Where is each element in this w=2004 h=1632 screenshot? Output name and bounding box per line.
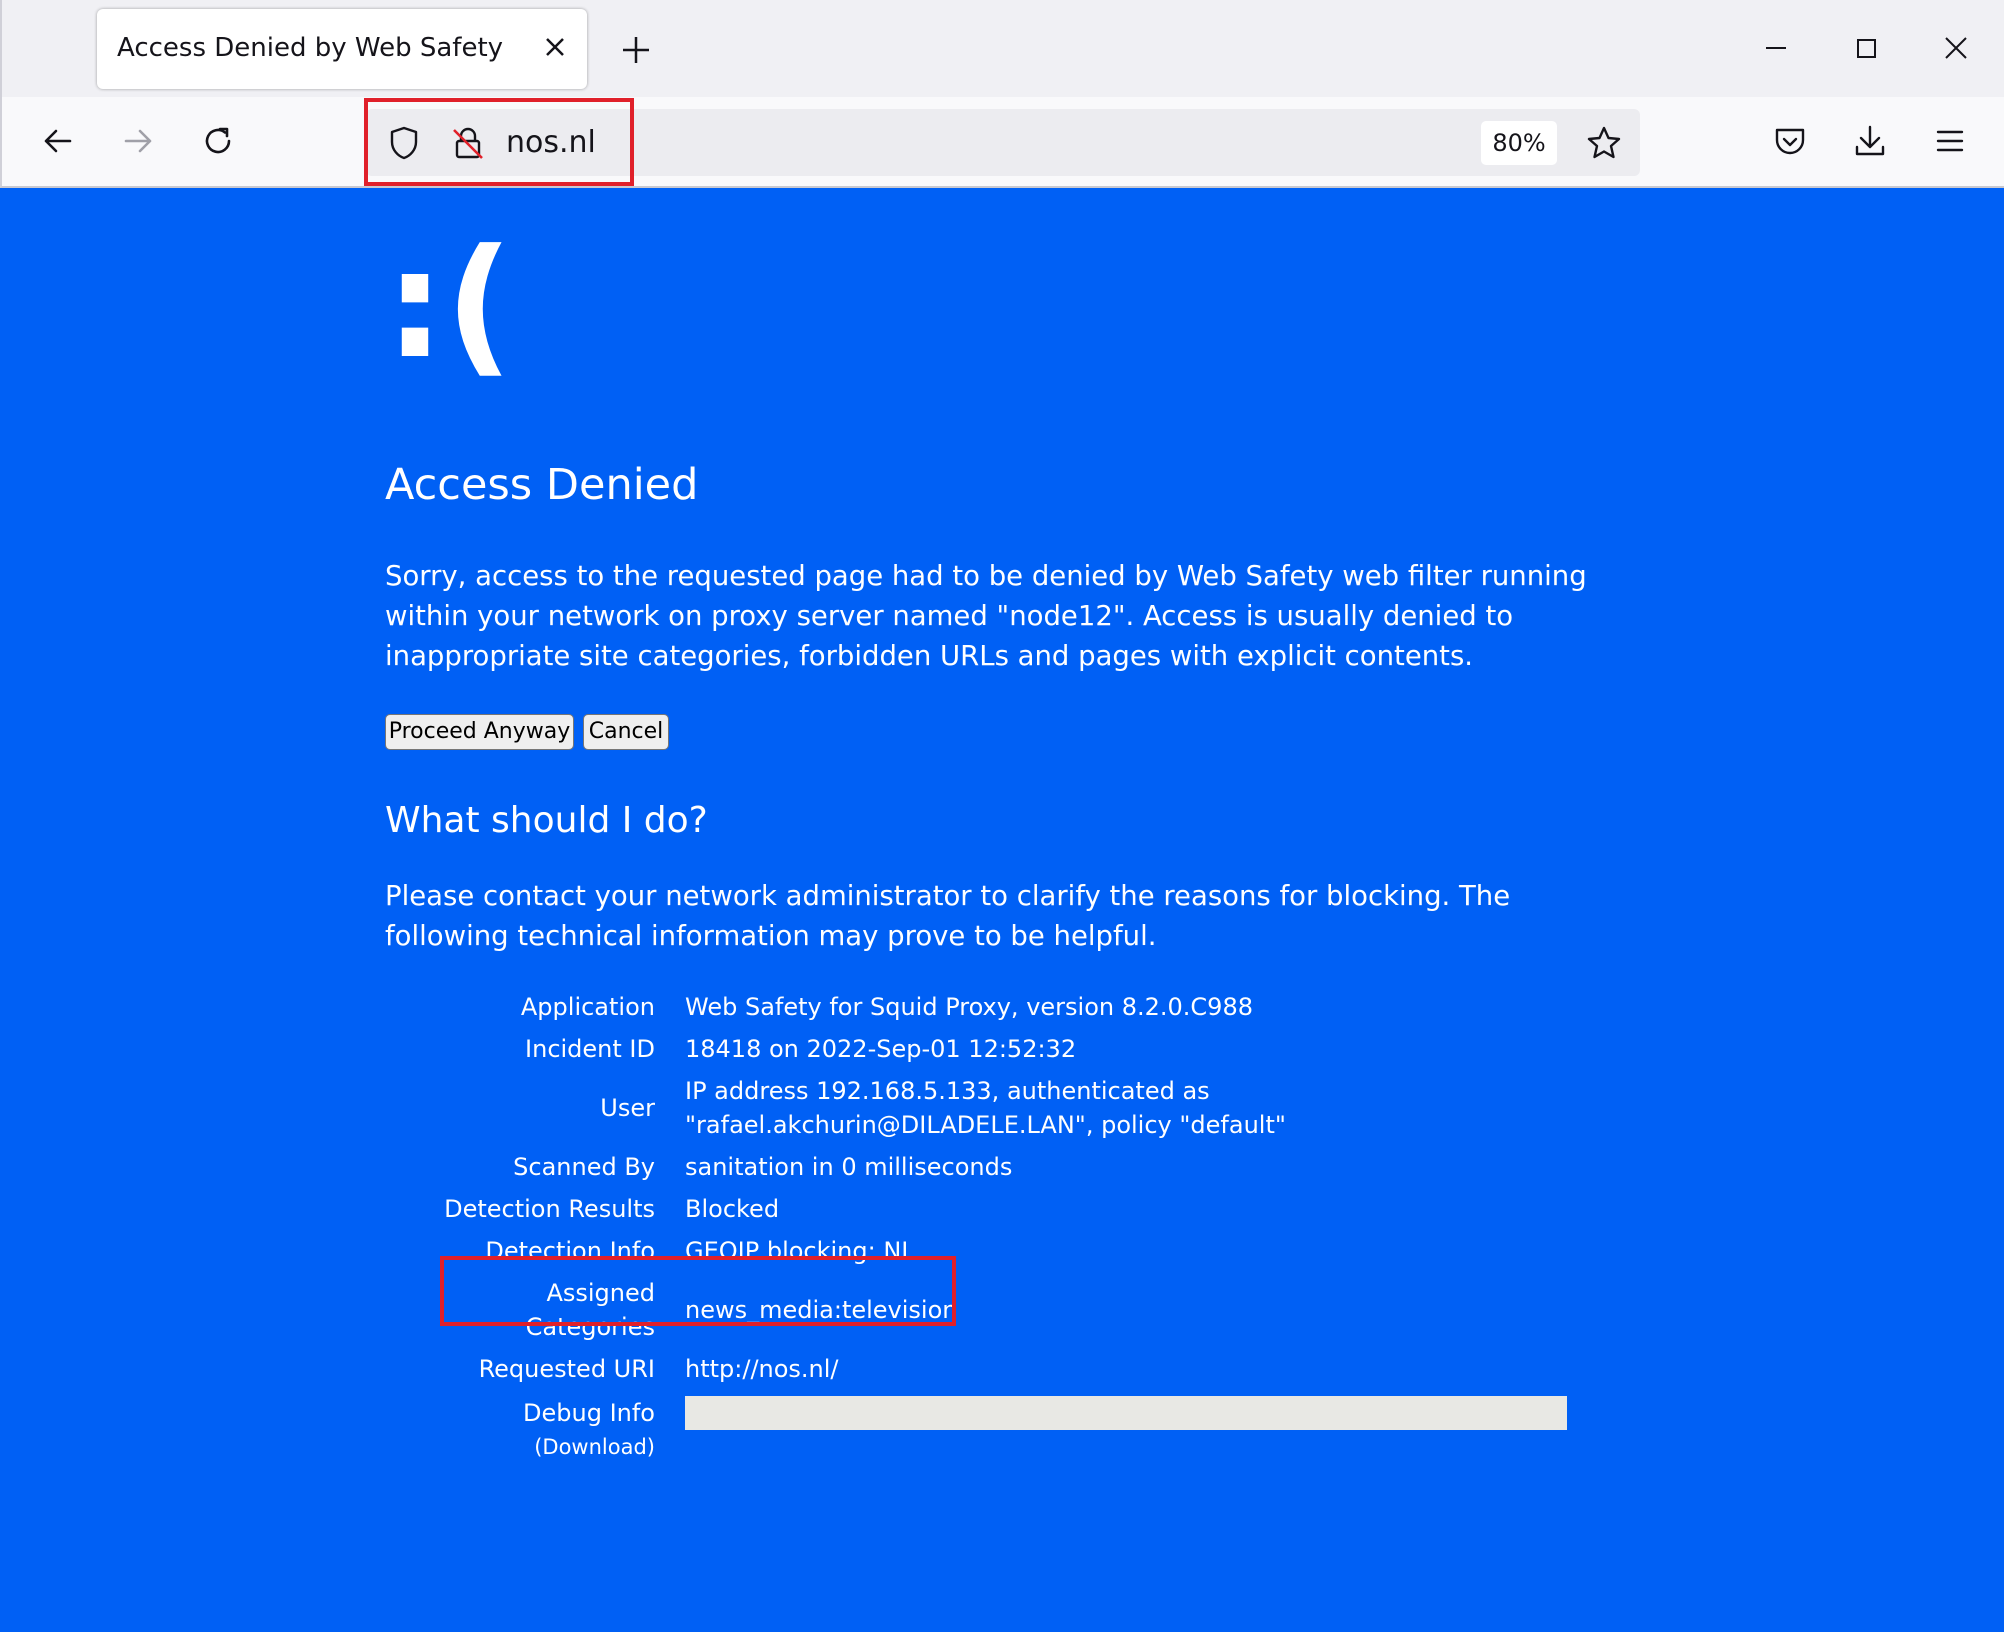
download-link[interactable]: (Download): [440, 1430, 655, 1464]
debug-label: Debug Info: [523, 1399, 655, 1427]
info-row-incident: Incident ID 18418 on 2022-Sep-01 12:52:3…: [440, 1032, 1620, 1066]
pocket-icon[interactable]: [1768, 119, 1812, 163]
hamburger-icon[interactable]: [1928, 119, 1972, 163]
proceed-anyway-button[interactable]: Proceed Anyway: [385, 714, 574, 750]
info-label: User: [600, 1094, 655, 1122]
url-highlight-box: [364, 98, 634, 186]
tab-strip: Access Denied by Web Safety: [0, 0, 2004, 97]
info-label: Application: [520, 993, 655, 1021]
info-row-debug: Debug Info (Download): [440, 1396, 1620, 1464]
denial-description: Sorry, access to the requested page had …: [385, 560, 1587, 672]
info-label: Detection Results: [444, 1195, 655, 1223]
info-label: Scanned By: [513, 1153, 655, 1181]
info-row-detection-results: Detection Results Blocked: [440, 1192, 1620, 1226]
info-label: Requested URI: [478, 1355, 655, 1383]
info-value: Web Safety for Squid Proxy, version 8.2.…: [685, 993, 1253, 1021]
info-value: sanitation in 0 milliseconds: [685, 1153, 1013, 1181]
star-icon[interactable]: [1582, 121, 1626, 165]
sad-face: :(: [385, 218, 514, 392]
minimize-icon[interactable]: [1752, 24, 1800, 72]
info-row-scanned-by: Scanned By sanitation in 0 milliseconds: [440, 1150, 1620, 1184]
navigation-toolbar: nos.nl 80%: [0, 97, 2004, 188]
info-label: Debug Info (Download): [440, 1396, 685, 1464]
debug-info-box[interactable]: [685, 1396, 1567, 1430]
info-value: IP address 192.168.5.133, authenticated …: [685, 1077, 1286, 1139]
info-label: Incident ID: [525, 1035, 655, 1063]
window-close-icon[interactable]: [1932, 24, 1980, 72]
info-row-application: Application Web Safety for Squid Proxy, …: [440, 990, 1620, 1024]
info-value: Blocked: [685, 1195, 780, 1223]
tab-title: Access Denied by Web Safety: [117, 33, 504, 63]
zoom-level[interactable]: 80%: [1481, 121, 1557, 165]
download-icon[interactable]: [1848, 119, 1892, 163]
section-title: What should I do?: [385, 800, 708, 841]
info-row-requested-uri: Requested URI http://nos.nl/: [440, 1352, 1620, 1386]
info-row-user: User IP address 192.168.5.133, authentic…: [440, 1074, 1620, 1142]
blocked-page: :( Access Denied Sorry, access to the re…: [0, 190, 2004, 1632]
plus-icon[interactable]: [614, 28, 658, 72]
help-text: Please contact your network administrato…: [385, 880, 1511, 952]
page-title: Access Denied: [385, 460, 699, 510]
detection-info-highlight-box: [440, 1256, 956, 1326]
forward-arrow-icon[interactable]: [116, 119, 160, 163]
active-tab[interactable]: Access Denied by Web Safety: [97, 9, 587, 89]
back-arrow-icon[interactable]: [36, 119, 80, 163]
reload-icon[interactable]: [196, 119, 240, 163]
info-value: 18418 on 2022-Sep-01 12:52:32: [685, 1035, 1077, 1063]
technical-info-table: Application Web Safety for Squid Proxy, …: [440, 990, 1620, 1472]
cancel-button[interactable]: Cancel: [583, 714, 669, 750]
info-value: http://nos.nl/: [685, 1355, 839, 1383]
maximize-icon[interactable]: [1842, 24, 1890, 72]
close-icon[interactable]: [537, 29, 573, 65]
debug-value-cell: [685, 1396, 1620, 1464]
